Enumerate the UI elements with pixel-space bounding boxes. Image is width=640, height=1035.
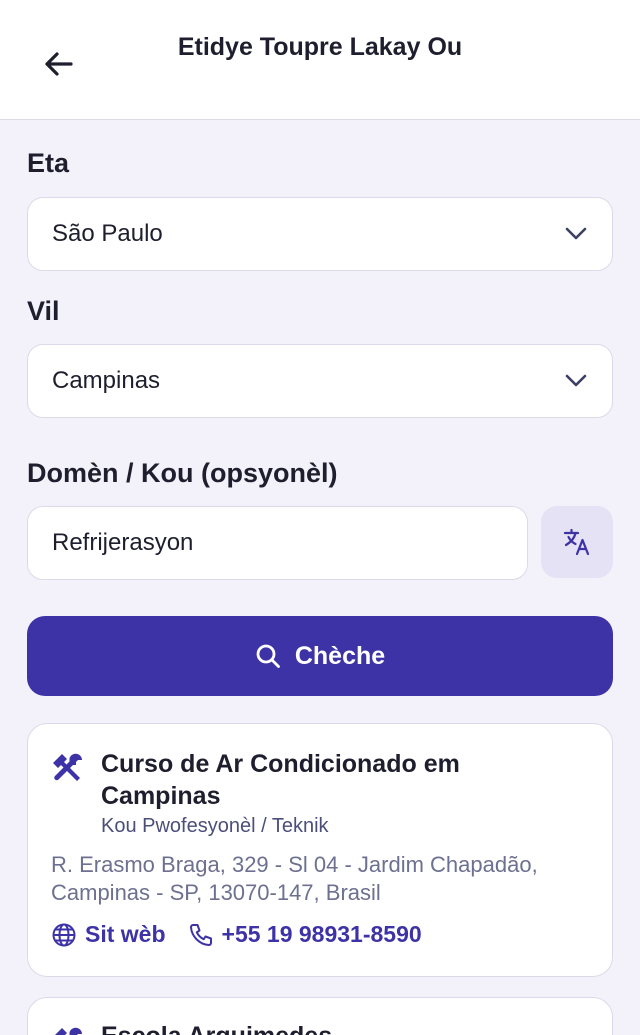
chevron-down-icon — [564, 222, 588, 246]
phone-icon — [189, 923, 212, 946]
result-category: Kou Pwofesyonèl / Teknik — [101, 815, 329, 837]
website-link-label: Sit wèb — [85, 921, 166, 947]
result-card[interactable]: Curso de Ar Condicionado em Campinas Kou… — [27, 723, 613, 977]
search-icon — [256, 644, 280, 668]
result-card[interactable]: Escola Arquimedes — [27, 997, 613, 1035]
phone-link[interactable]: +55 19 98931-8590 — [188, 921, 422, 948]
globe-icon — [52, 923, 76, 946]
result-title[interactable]: Curso de Ar Condicionado em Campinas — [101, 748, 581, 812]
domain-input-wrapper — [27, 506, 528, 580]
state-label: Eta — [27, 148, 70, 178]
phone-link-label: +55 19 98931-8590 — [221, 921, 422, 947]
city-select[interactable]: Campinas — [27, 344, 613, 418]
result-address: R. Erasmo Braga, 329 - Sl 04 - Jardim Ch… — [51, 852, 538, 905]
page-title: Etidye Toupre Lakay Ou — [177, 33, 463, 61]
tools-icon — [55, 1027, 82, 1035]
translate-button[interactable] — [541, 506, 613, 578]
translate-icon — [563, 528, 590, 556]
city-select-value: Campinas — [52, 367, 161, 394]
city-label: Vil — [27, 296, 60, 326]
tools-icon — [53, 753, 82, 781]
arrow-left-icon — [45, 52, 73, 76]
state-select[interactable]: São Paulo — [27, 197, 613, 271]
website-link[interactable]: Sit wèb — [51, 921, 166, 948]
result-actions: Sit wèb +55 19 98931-8590 — [51, 921, 422, 948]
search-button[interactable]: Chèche — [27, 616, 613, 696]
result-title[interactable]: Escola Arquimedes — [101, 1020, 581, 1035]
state-select-value: São Paulo — [52, 220, 163, 247]
domain-input[interactable] — [52, 529, 503, 557]
back-button[interactable] — [38, 42, 78, 86]
chevron-down-icon — [564, 369, 588, 393]
domain-label: Domèn / Kou (opsyonèl) — [27, 458, 338, 488]
top-bar: Etidye Toupre Lakay Ou — [0, 0, 640, 120]
search-button-label: Chèche — [294, 641, 386, 670]
